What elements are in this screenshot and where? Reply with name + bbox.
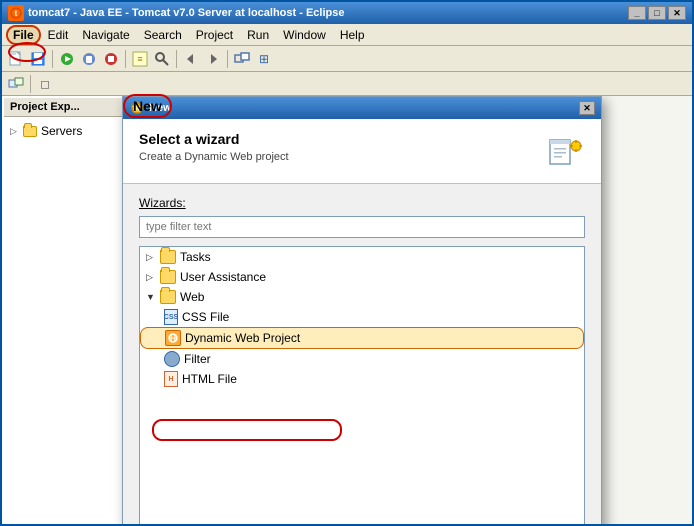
wizard-tree-item-user-assistance[interactable]: ▷ User Assistance <box>140 267 584 287</box>
external-tools-button[interactable]: ≡ <box>130 49 150 69</box>
menu-project[interactable]: Project <box>189 25 240 45</box>
dialog-title-icon <box>129 100 145 116</box>
svg-text:≡: ≡ <box>137 54 142 64</box>
perspective-button[interactable] <box>232 49 252 69</box>
wizard-label-tasks: Tasks <box>180 250 211 264</box>
dialog-wizard-subtitle: Create a Dynamic Web project <box>139 151 535 163</box>
toolbar-btn-2[interactable]: ◻ <box>35 74 55 94</box>
dialog-header: Select a wizard Create a Dynamic Web pro… <box>123 119 601 184</box>
toolbar-sep-2 <box>125 50 126 68</box>
wizard-label-dynamic-web: Dynamic Web Project <box>185 331 300 345</box>
toolbar-row-1: ≡ ⊞ <box>2 46 692 72</box>
tree-arrow-tasks: ▷ <box>146 252 160 263</box>
folder-icon-user-assistance <box>160 270 176 284</box>
java-ee-button[interactable] <box>6 74 26 94</box>
folder-icon-web <box>160 290 176 304</box>
new-file-button[interactable] <box>6 49 26 69</box>
wizard-label-user-assistance: User Assistance <box>180 270 266 284</box>
css-file-icon: CSS <box>164 309 178 325</box>
html-file-icon: H <box>164 371 178 387</box>
toolbar-sep-4 <box>227 50 228 68</box>
save-button[interactable] <box>28 49 48 69</box>
wizard-label-css-file: CSS File <box>182 310 229 324</box>
dialog-title-bar: New ✕ <box>123 97 601 119</box>
dialog-body: Wizards: ▷ Tasks ▷ User Assistance <box>123 184 601 524</box>
wizard-tree: ▷ Tasks ▷ User Assistance ▼ Web <box>139 246 585 524</box>
wizard-label-html-file: HTML File <box>182 372 237 386</box>
filter-icon <box>164 351 180 367</box>
sidebar-label-servers: Servers <box>41 124 82 138</box>
menu-bar: File Edit Navigate Search Project Run Wi… <box>2 24 692 46</box>
wizard-tree-item-tasks[interactable]: ▷ Tasks <box>140 247 584 267</box>
close-button[interactable]: ✕ <box>668 6 686 20</box>
toolbar-sep-1 <box>52 50 53 68</box>
wizard-filter-input[interactable] <box>139 216 585 238</box>
menu-search[interactable]: Search <box>137 25 189 45</box>
stop-button[interactable] <box>101 49 121 69</box>
dialog-wizard-title: Select a wizard <box>139 131 535 147</box>
tree-arrow-servers: ▷ <box>10 126 22 137</box>
tree-arrow-user-assistance: ▷ <box>146 272 160 283</box>
menu-window[interactable]: Window <box>276 25 333 45</box>
forward-button[interactable] <box>203 49 223 69</box>
menu-run[interactable]: Run <box>240 25 276 45</box>
maximize-button[interactable]: □ <box>648 6 666 20</box>
dynamic-web-project-icon <box>165 330 181 346</box>
dialog-header-text: Select a wizard Create a Dynamic Web pro… <box>139 131 535 163</box>
folder-icon-servers <box>22 123 38 139</box>
wizard-tree-item-css-file[interactable]: CSS CSS File <box>140 307 584 327</box>
open-perspective-button[interactable]: ⊞ <box>254 49 274 69</box>
window-controls: _ □ ✕ <box>628 6 686 20</box>
main-content: Project Exp... ▷ Servers <box>2 96 692 524</box>
run-button[interactable] <box>57 49 77 69</box>
wizard-tree-item-dynamic-web[interactable]: Dynamic Web Project <box>140 327 584 349</box>
new-wizard-dialog: New ✕ Select a wizard Create a Dynamic W… <box>122 96 602 524</box>
window-title: tomcat7 - Java EE - Tomcat v7.0 Server a… <box>28 7 628 19</box>
menu-help[interactable]: Help <box>333 25 372 45</box>
toolbar2-sep-1 <box>30 75 31 93</box>
eclipse-window: t tomcat7 - Java EE - Tomcat v7.0 Server… <box>0 0 694 526</box>
wizard-tree-item-filter[interactable]: Filter <box>140 349 584 369</box>
title-bar: t tomcat7 - Java EE - Tomcat v7.0 Server… <box>2 2 692 24</box>
toolbar-sep-3 <box>176 50 177 68</box>
minimize-button[interactable]: _ <box>628 6 646 20</box>
app-icon: t <box>8 5 24 21</box>
dialog-title-text: New <box>149 102 172 114</box>
wizard-tree-item-html-file[interactable]: H HTML File <box>140 369 584 389</box>
debug-button[interactable] <box>79 49 99 69</box>
search-button[interactable] <box>152 49 172 69</box>
menu-navigate[interactable]: Navigate <box>75 25 136 45</box>
back-button[interactable] <box>181 49 201 69</box>
toolbar-row-2: ◻ <box>2 72 692 96</box>
wizards-label: Wizards: <box>139 196 585 210</box>
tree-arrow-web: ▼ <box>146 292 160 302</box>
dialog-close-button[interactable]: ✕ <box>579 101 595 115</box>
svg-text:⊞: ⊞ <box>259 52 269 66</box>
folder-icon-tasks <box>160 250 176 264</box>
menu-file[interactable]: File <box>6 25 41 45</box>
menu-edit[interactable]: Edit <box>41 25 76 45</box>
wizard-label-web: Web <box>180 290 204 304</box>
dialog-header-icon <box>545 131 585 171</box>
svg-text:◻: ◻ <box>40 77 50 91</box>
wizard-tree-item-web[interactable]: ▼ Web <box>140 287 584 307</box>
svg-text:t: t <box>15 9 18 18</box>
wizard-label-filter: Filter <box>184 352 211 366</box>
